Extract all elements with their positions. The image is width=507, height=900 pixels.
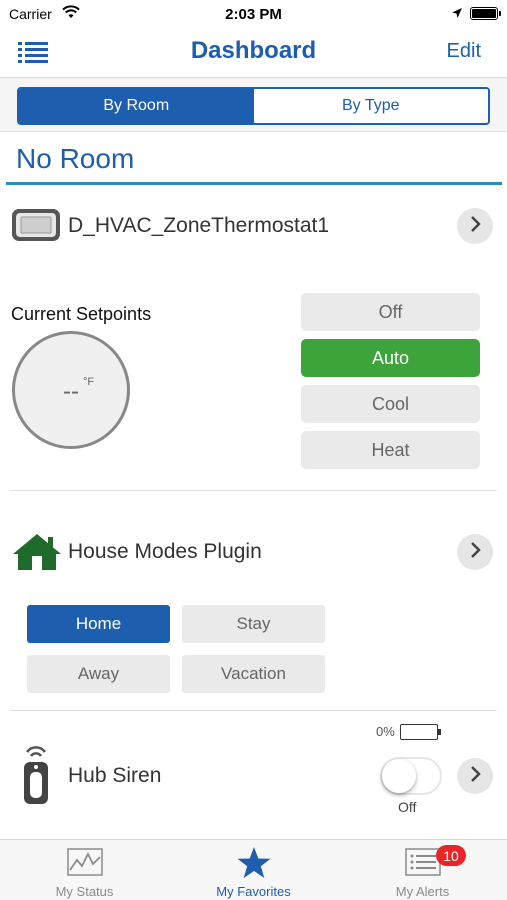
hub-siren-name: Hub Siren [68,764,162,787]
nav-bar: Dashboard Edit [0,28,507,78]
mode-auto-button[interactable]: Auto [301,339,480,377]
room-divider [6,182,502,185]
setpoint-dial: -- °F [12,331,130,449]
view-toggle-bar: By Room By Type [0,78,507,132]
house-mode-away-button[interactable]: Away [27,655,170,693]
siren-toggle-label: Off [398,799,417,815]
view-segmented-control: By Room By Type [17,87,490,125]
tab-bar: My Status My Favorites My Alerts [0,839,507,900]
house-mode-home-button[interactable]: Home [27,605,170,643]
divider [10,490,497,491]
tab-my-alerts-label: My Alerts [395,884,450,899]
segment-by-type[interactable]: By Type [253,89,488,123]
mode-off-button[interactable]: Off [301,293,480,331]
room-title: No Room [16,143,135,174]
current-setpoints-label: Current Setpoints [11,304,152,324]
chevron-right-icon [469,215,481,238]
tab-my-status-label: My Status [55,884,114,899]
location-arrow-icon [451,6,463,22]
line-chart-icon [66,848,103,881]
hub-siren-details-button[interactable] [457,758,493,794]
chevron-right-icon [469,541,481,564]
setpoint-unit: °F [83,376,95,388]
thermostat-details-button[interactable] [457,208,493,244]
chevron-right-icon [469,765,481,788]
tab-my-favorites-label: My Favorites [216,884,291,899]
page-title: Dashboard [190,37,317,64]
status-time: 2:03 PM [225,6,282,23]
siren-remote-icon [22,744,50,811]
alerts-badge: 10 [436,845,466,866]
tab-my-alerts[interactable]: My Alerts [338,840,507,900]
house-modes-name: House Modes Plugin [68,540,262,563]
segment-by-room[interactable]: By Room [19,89,254,123]
mode-cool-button[interactable]: Cool [301,385,480,423]
tab-my-favorites[interactable]: My Favorites [169,840,338,900]
status-bar: Carrier 2:03 PM [0,0,507,28]
house-mode-stay-button[interactable]: Stay [182,605,325,643]
siren-toggle[interactable] [380,757,442,795]
house-mode-vacation-button[interactable]: Vacation [182,655,325,693]
battery-icon [470,7,501,20]
tab-my-status[interactable]: My Status [0,840,169,900]
siren-battery-percent: 0% [376,724,395,739]
thermostat-icon [11,208,61,247]
list-icon [404,848,441,881]
setpoint-value: -- [63,378,79,405]
star-icon [236,847,272,885]
house-icon [11,532,63,577]
mode-heat-button[interactable]: Heat [301,431,480,469]
house-modes-details-button[interactable] [457,534,493,570]
divider [10,710,497,711]
battery-empty-icon [400,724,441,740]
thermostat-name: D_HVAC_ZoneThermostat1 [68,214,330,237]
edit-button[interactable]: Edit [447,40,481,63]
